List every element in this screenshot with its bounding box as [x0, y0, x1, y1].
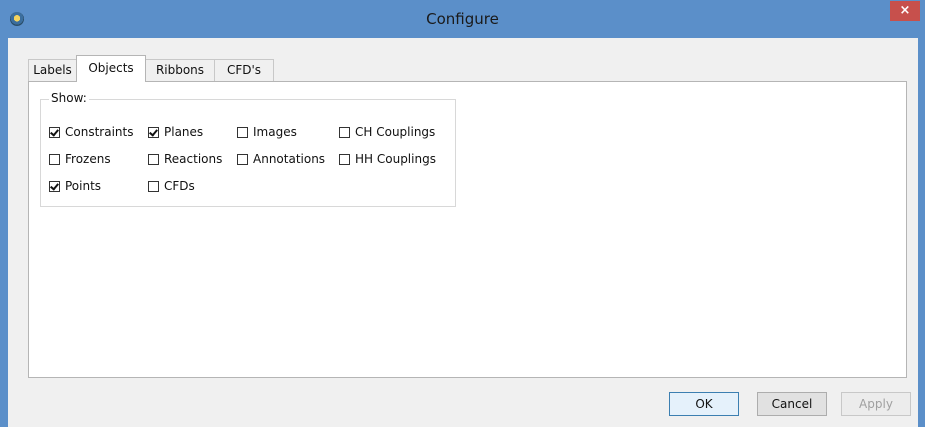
tab-label: Labels [33, 63, 72, 77]
tab-objects[interactable]: Objects [76, 55, 146, 82]
checkbox-label: Constraints [65, 125, 134, 139]
reactions-checkbox[interactable]: Reactions [148, 151, 222, 167]
points-checkbox[interactable]: Points [49, 178, 101, 194]
apply-button[interactable]: Apply [841, 392, 911, 416]
checkbox-label: Reactions [164, 152, 223, 166]
hh-couplings-checkbox[interactable]: HH Couplings [339, 151, 436, 167]
checkbox-label: HH Couplings [355, 152, 436, 166]
cancel-button[interactable]: Cancel [757, 392, 827, 416]
checkbox-unchecked-icon [339, 153, 350, 165]
checkbox-label: Points [65, 179, 102, 193]
configure-window: Configure × Labels Objects Ribbons CFD's… [0, 0, 925, 427]
images-checkbox[interactable]: Images [237, 124, 297, 140]
window-title: Configure [426, 10, 499, 28]
ok-button[interactable]: OK [669, 392, 739, 416]
show-groupbox: Show: Constraints Planes Images CH Coupl… [40, 91, 456, 207]
checkbox-unchecked-icon [49, 153, 60, 165]
checkbox-unchecked-icon [148, 153, 159, 165]
constraints-checkbox[interactable]: Constraints [49, 124, 133, 140]
checkbox-label: CFDs [164, 179, 195, 193]
cfds-checkbox[interactable]: CFDs [148, 178, 195, 194]
tab-ribbons[interactable]: Ribbons [145, 59, 215, 81]
checkbox-unchecked-icon [237, 153, 248, 165]
checkbox-checked-icon [49, 180, 60, 192]
planes-checkbox[interactable]: Planes [148, 124, 203, 140]
dialog-client-area: Labels Objects Ribbons CFD's Show: Const… [8, 38, 918, 427]
close-button[interactable]: × [890, 1, 920, 21]
tab-cfds[interactable]: CFD's [214, 59, 274, 81]
checkbox-label: Frozens [65, 152, 111, 166]
show-group-label: Show: [49, 91, 89, 105]
tab-label: CFD's [226, 63, 262, 77]
tab-label: Objects [88, 61, 134, 75]
tab-labels[interactable]: Labels [28, 59, 77, 81]
ch-couplings-checkbox[interactable]: CH Couplings [339, 124, 435, 140]
checkbox-unchecked-icon [148, 180, 159, 192]
annotations-checkbox[interactable]: Annotations [237, 151, 325, 167]
checkbox-checked-icon [148, 126, 159, 138]
checkbox-label: Annotations [253, 152, 326, 166]
title-bar[interactable]: Configure × [0, 0, 925, 38]
checkbox-checked-icon [49, 126, 60, 138]
checkbox-label: CH Couplings [355, 125, 436, 139]
objects-tab-panel: Show: Constraints Planes Images CH Coupl… [28, 81, 907, 378]
checkbox-label: Planes [164, 125, 204, 139]
close-icon: × [899, 3, 911, 18]
frozens-checkbox[interactable]: Frozens [49, 151, 111, 167]
checkbox-unchecked-icon [237, 126, 248, 138]
checkbox-unchecked-icon [339, 126, 350, 138]
checkbox-label: Images [253, 125, 297, 139]
tab-label: Ribbons [155, 63, 205, 77]
